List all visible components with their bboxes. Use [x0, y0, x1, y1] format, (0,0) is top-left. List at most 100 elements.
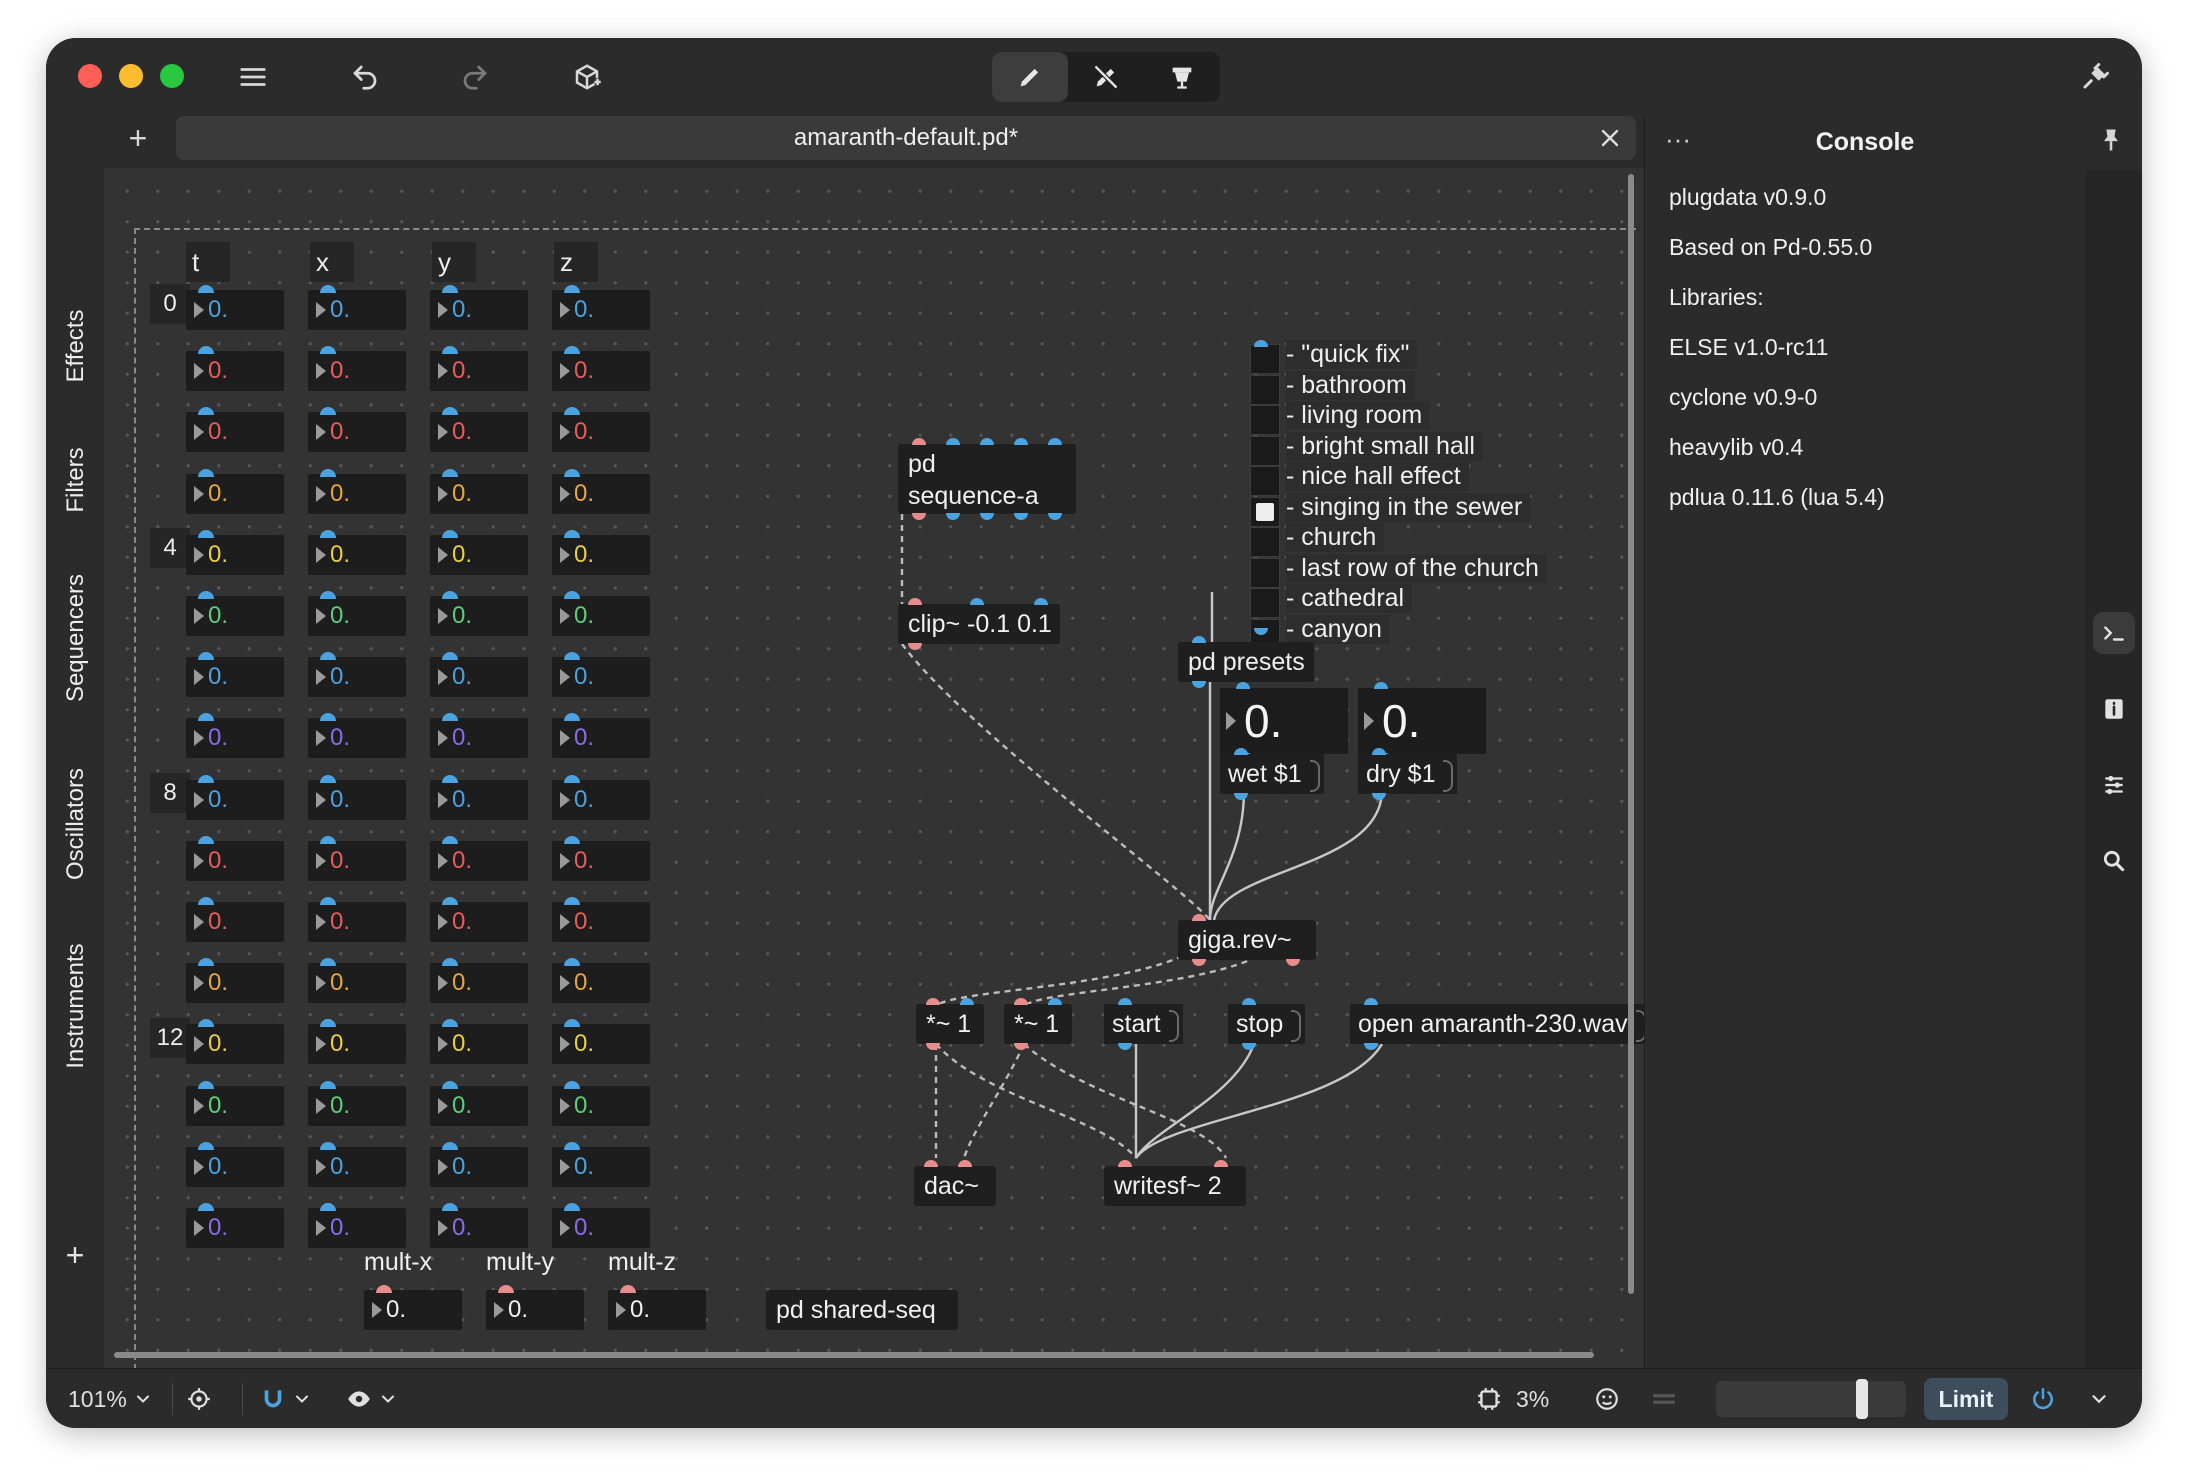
volume-slider-thumb[interactable] — [1856, 1379, 1868, 1419]
sequencer-number-box[interactable]: 0. — [186, 1019, 284, 1064]
tab-amaranth-default[interactable]: amaranth-default.pd* — [176, 116, 1636, 160]
inlet[interactable] — [926, 998, 940, 1005]
sequencer-number-box[interactable]: 0. — [308, 1019, 406, 1064]
grid-snap-dropdown[interactable] — [260, 1379, 312, 1419]
category-filters[interactable]: Filters — [62, 447, 90, 512]
redo-button[interactable] — [448, 54, 502, 100]
sequencer-number-box[interactable]: 0. — [430, 1142, 528, 1187]
sequencer-number-box[interactable]: 0. — [186, 1142, 284, 1187]
sequencer-number-box[interactable]: 0. — [308, 1081, 406, 1126]
category-instruments[interactable]: Instruments — [62, 943, 90, 1068]
undo-button[interactable] — [338, 54, 392, 100]
limit-button[interactable]: Limit — [1924, 1378, 2008, 1420]
sequencer-number-box[interactable]: 0. — [430, 775, 528, 820]
sequencer-number-box[interactable]: 0. — [430, 1203, 528, 1248]
sequencer-number-box[interactable]: 0. — [430, 346, 528, 391]
sequencer-number-box[interactable]: 0. — [430, 1081, 528, 1126]
sequencer-number-box[interactable]: 0. — [430, 469, 528, 514]
sequencer-number-box[interactable]: 0. — [552, 530, 650, 575]
sequencer-number-box[interactable]: 0. — [308, 775, 406, 820]
presentation-mode-button[interactable] — [1144, 52, 1220, 102]
sequencer-number-box[interactable]: 0. — [186, 469, 284, 514]
mult-x-number[interactable]: 0. — [364, 1285, 462, 1330]
preset-radio-cell[interactable] — [1250, 527, 1280, 557]
sequencer-number-box[interactable]: 0. — [308, 958, 406, 1003]
new-tab-button[interactable]: + — [120, 120, 156, 156]
sequencer-number-box[interactable]: 0. — [308, 897, 406, 942]
preset-radio-cell[interactable] — [1250, 557, 1280, 588]
search-tab-button[interactable] — [2093, 840, 2135, 882]
mult-z-number[interactable]: 0. — [608, 1285, 706, 1330]
inlet[interactable] — [1192, 636, 1206, 643]
pd-presets-object[interactable]: pd presets — [1178, 636, 1314, 688]
inlet[interactable] — [1364, 998, 1378, 1005]
protected-mode-button[interactable] — [1594, 1379, 1620, 1419]
sequencer-number-box[interactable]: 0. — [552, 1142, 650, 1187]
patch-canvas[interactable]: t x y z 0 4 8 12 0. 0. 0. 0. 0. 0. 0. 0. 0. 0. 0. 0… — [104, 168, 1644, 1368]
sequencer-number-box[interactable]: 0. — [308, 285, 406, 330]
inlet[interactable] — [1372, 748, 1386, 755]
preset-radio-cell[interactable] — [1250, 405, 1280, 435]
horizontal-scrollbar[interactable] — [114, 1352, 1594, 1358]
audio-settings-dropdown[interactable] — [2088, 1379, 2110, 1419]
sequencer-number-box[interactable]: 0. — [308, 530, 406, 575]
sequencer-number-box[interactable]: 0. — [186, 713, 284, 758]
preset-radio-cell[interactable] — [1250, 435, 1280, 466]
sequencer-number-box[interactable]: 0. — [308, 407, 406, 452]
console-tab-button[interactable] — [2093, 612, 2135, 654]
sequencer-number-box[interactable]: 0. — [552, 1203, 650, 1248]
sequencer-number-box[interactable]: 0. — [430, 836, 528, 881]
sequencer-number-box[interactable]: 0. — [308, 469, 406, 514]
preset-radio-cell[interactable] — [1250, 374, 1280, 405]
documentation-tab-button[interactable] — [2093, 688, 2135, 730]
inlet[interactable] — [1236, 682, 1250, 689]
sequencer-number-box[interactable]: 0. — [186, 346, 284, 391]
stop-message[interactable]: stop — [1228, 998, 1306, 1050]
sequencer-number-box[interactable]: 0. — [430, 1019, 528, 1064]
dac-object[interactable]: dac~ — [914, 1160, 996, 1206]
inlet[interactable] — [924, 1160, 938, 1167]
pin-panel-button[interactable] — [2097, 126, 2129, 158]
sequencer-number-box[interactable]: 0. — [186, 530, 284, 575]
pd-sequence-a-object[interactable]: pd sequence-a — [898, 438, 1076, 520]
inlet[interactable] — [1014, 438, 1028, 445]
inlet[interactable] — [1234, 748, 1248, 755]
sequencer-number-box[interactable]: 0. — [552, 407, 650, 452]
sequencer-number-box[interactable]: 0. — [186, 1081, 284, 1126]
dsp-power-button[interactable] — [2030, 1379, 2056, 1419]
inlet[interactable] — [958, 1160, 972, 1167]
add-object-button[interactable] — [560, 54, 614, 100]
inlet[interactable] — [970, 598, 984, 605]
sequencer-number-box[interactable]: 0. — [308, 1142, 406, 1187]
sequencer-number-box[interactable]: 0. — [552, 958, 650, 1003]
inlet[interactable] — [1014, 998, 1028, 1005]
dry-message[interactable]: dry $1 — [1358, 748, 1458, 800]
sequencer-number-box[interactable]: 0. — [552, 897, 650, 942]
dry-number[interactable]: 0. — [1358, 682, 1486, 760]
sequencer-number-box[interactable]: 0. — [186, 652, 284, 697]
sequencer-number-box[interactable]: 0. — [430, 713, 528, 758]
sequencer-number-box[interactable]: 0. — [308, 591, 406, 636]
sequencer-number-box[interactable]: 0. — [308, 713, 406, 758]
vertical-scrollbar[interactable] — [1628, 174, 1634, 1294]
sequencer-number-box[interactable]: 0. — [308, 1203, 406, 1248]
wet-number[interactable]: 0. — [1220, 682, 1348, 760]
sequencer-number-box[interactable]: 0. — [552, 713, 650, 758]
inlet[interactable] — [1118, 1160, 1132, 1167]
inlet[interactable] — [960, 998, 974, 1005]
sequencer-number-box[interactable]: 0. — [308, 836, 406, 881]
minimize-window-button[interactable] — [119, 64, 143, 88]
sequencer-number-box[interactable]: 0. — [430, 958, 528, 1003]
run-mode-button[interactable] — [1068, 52, 1144, 102]
inlet[interactable] — [908, 598, 922, 605]
edit-mode-button[interactable] — [992, 52, 1068, 102]
inspector-tab-button[interactable] — [2093, 764, 2135, 806]
center-view-button[interactable] — [186, 1379, 212, 1419]
sequencer-number-box[interactable]: 0. — [186, 836, 284, 881]
sequencer-number-box[interactable]: 0. — [186, 958, 284, 1003]
open-file-message[interactable]: open amaranth-230.wav — [1350, 998, 1644, 1050]
sequencer-number-box[interactable]: 0. — [186, 775, 284, 820]
sequencer-number-box[interactable]: 0. — [430, 652, 528, 697]
category-effects[interactable]: Effects — [62, 310, 90, 383]
sequencer-number-box[interactable]: 0. — [186, 1203, 284, 1248]
